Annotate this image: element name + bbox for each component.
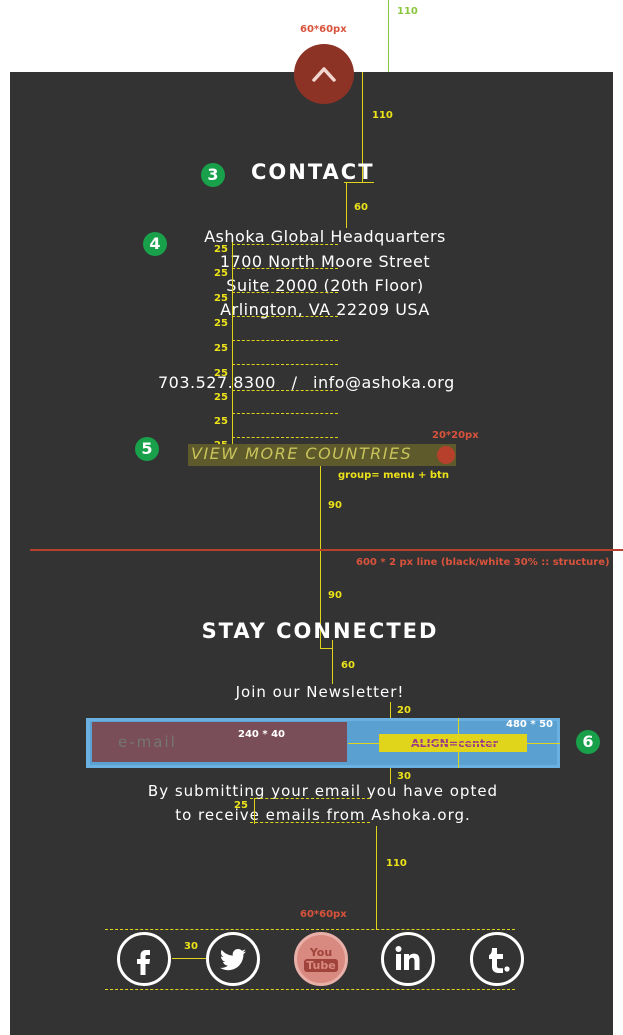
disclaimer-spacing-guide	[254, 798, 255, 824]
structure-rule	[30, 549, 623, 551]
linkedin-button[interactable]	[381, 932, 435, 986]
spacing-dash-1	[232, 244, 338, 245]
twitter-icon	[219, 949, 246, 971]
twitter-button[interactable]	[206, 932, 260, 986]
spacing-guide-vertical	[232, 242, 233, 448]
contact-title: CONTACT	[251, 160, 375, 184]
youtube-button[interactable]: You Tube	[294, 932, 348, 986]
title-gap-guide	[346, 182, 347, 228]
spacing-label-2: 25	[214, 268, 228, 279]
spacing-dash-4	[232, 316, 338, 317]
rule-note-label: 600 * 2 px line (black/white 30% :: stru…	[356, 557, 610, 568]
spacing-label-3: 25	[214, 293, 228, 304]
menu-gap-below-label: 90	[328, 590, 342, 601]
social-bottom-guide	[105, 989, 515, 990]
input-gap-guide	[390, 702, 391, 718]
tumblr-icon	[489, 948, 510, 973]
youtube-icon: You Tube	[304, 946, 338, 972]
spacing-dash-6	[232, 364, 338, 365]
heading-gap-guide	[332, 640, 333, 684]
spacing-dash-8	[232, 413, 338, 414]
back-to-top-button[interactable]	[294, 44, 354, 104]
contact-title-guide	[344, 182, 374, 183]
disclaimer-dash-1	[250, 798, 370, 799]
input-gap-label: 20	[397, 705, 411, 716]
form-size-label: 480 * 50	[506, 719, 553, 730]
align-guide-horizontal	[348, 743, 560, 744]
stay-connected-guide	[320, 648, 332, 649]
group-note-label: group= menu + btn	[338, 470, 449, 481]
social-gap-label: 110	[386, 858, 407, 869]
input-size-label: 240 * 40	[238, 729, 285, 740]
top-button-size-label: 60*60px	[300, 24, 347, 35]
heading-gap-label: 60	[341, 660, 355, 671]
spacing-dash-9	[232, 437, 338, 438]
spacing-label-7: 25	[214, 392, 228, 403]
youtube-tube-text: Tube	[304, 959, 338, 972]
icon-gap-label: 30	[184, 941, 198, 952]
youtube-you-text: You	[309, 946, 333, 959]
menu-gap-above-label: 90	[328, 500, 342, 511]
spacing-dash-5	[232, 340, 338, 341]
email-input[interactable]	[92, 722, 347, 762]
spacing-label-6: 25	[214, 368, 228, 379]
spacing-dash-3	[232, 292, 338, 293]
view-more-countries-link[interactable]: VIEW MORE COUNTRIES	[191, 444, 412, 463]
spacing-dash-2	[232, 268, 338, 269]
facebook-button[interactable]	[117, 932, 171, 986]
badge-3: 3	[201, 163, 225, 187]
spacing-label-8: 25	[214, 416, 228, 427]
tumblr-button[interactable]	[470, 932, 524, 986]
spacing-label-4: 25	[214, 318, 228, 329]
countries-dot-button[interactable]	[437, 446, 455, 464]
dot-size-label: 20*20px	[432, 430, 479, 441]
top-offset-guide	[388, 0, 389, 74]
stay-connected-title: STAY CONNECTED	[201, 619, 439, 643]
linkedin-icon	[395, 946, 420, 970]
social-top-guide	[105, 929, 515, 930]
social-size-label: 60*60px	[300, 909, 347, 920]
footer-panel	[10, 72, 613, 1035]
chevron-up-icon	[312, 67, 336, 82]
align-guide-vertical	[458, 718, 459, 768]
social-gap-guide	[376, 826, 377, 930]
badge-5: 5	[135, 437, 159, 461]
disclaimer-dash-2	[250, 822, 370, 823]
spacing-label-1: 25	[214, 244, 228, 255]
top-offset-label: 110	[397, 6, 418, 17]
newsletter-label: Join our Newsletter!	[235, 683, 405, 701]
title-gap-label: 60	[354, 202, 368, 213]
disclaimer-gap-label: 30	[397, 771, 411, 782]
spacing-dash-7	[232, 390, 338, 391]
contact-offset-label: 110	[372, 110, 393, 121]
badge-6: 6	[576, 730, 600, 754]
facebook-icon	[137, 950, 150, 975]
icon-gap-guide	[172, 958, 206, 959]
spacing-label-5: 25	[214, 343, 228, 354]
disclaimer-line-label: 25	[234, 800, 248, 811]
